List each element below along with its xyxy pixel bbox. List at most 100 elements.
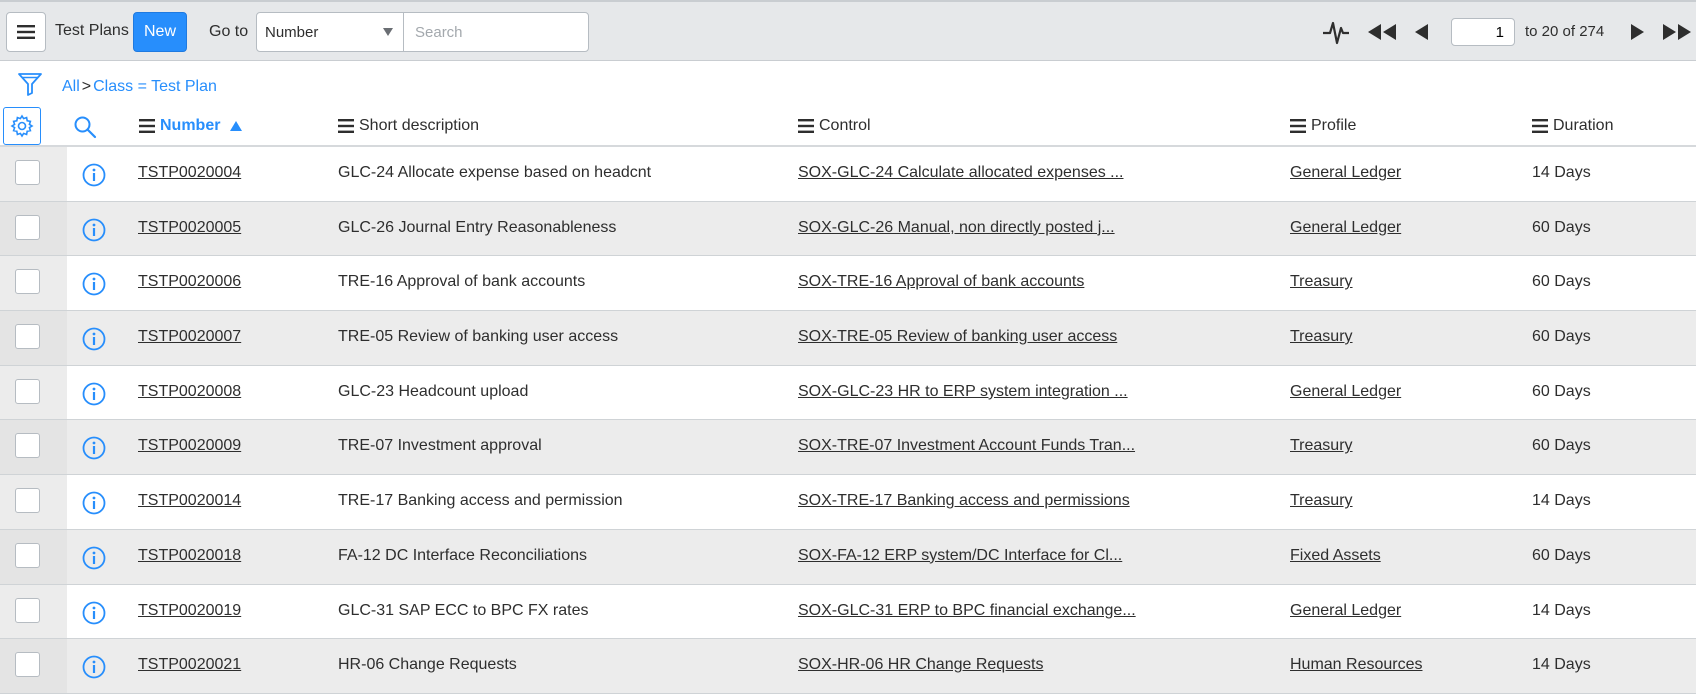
search-input[interactable] [403, 12, 589, 52]
preview-info-icon[interactable] [82, 655, 106, 684]
row-select-cell [0, 256, 67, 311]
filter-icon[interactable] [17, 71, 43, 102]
new-button[interactable]: New [133, 12, 187, 52]
row-number-link[interactable]: TSTP0020008 [138, 383, 241, 401]
row-number-link[interactable]: TSTP0020007 [138, 328, 241, 346]
preview-info-icon[interactable] [82, 327, 106, 356]
row-select-cell [0, 529, 67, 584]
row-profile-link[interactable]: Treasury [1290, 437, 1353, 455]
row-checkbox[interactable] [15, 324, 40, 350]
row-number-link[interactable]: TSTP0020005 [138, 219, 241, 237]
row-number-link[interactable]: TSTP0020014 [138, 492, 241, 510]
row-profile-link[interactable]: Treasury [1290, 492, 1353, 510]
personalize-list-button[interactable] [3, 107, 41, 145]
preview-info-icon[interactable] [82, 491, 106, 520]
preview-info-icon[interactable] [82, 382, 106, 411]
row-duration: 14 Days [1532, 601, 1591, 619]
column-header-profile[interactable]: Profile [1290, 117, 1356, 135]
next-page-icon[interactable] [1630, 23, 1646, 41]
row-profile-link[interactable]: Human Resources [1290, 656, 1423, 674]
row-number-link[interactable]: TSTP0020021 [138, 656, 241, 674]
column-header-short-description[interactable]: Short description [338, 117, 479, 135]
preview-info-icon[interactable] [82, 436, 106, 465]
column-search-icon[interactable] [73, 115, 97, 144]
row-profile-link[interactable]: General Ledger [1290, 164, 1401, 182]
row-profile-link[interactable]: Fixed Assets [1290, 547, 1381, 565]
row-duration: 60 Days [1532, 328, 1591, 346]
column-header-duration[interactable]: Duration [1532, 117, 1613, 135]
column-menu-icon[interactable] [139, 119, 155, 133]
row-duration: 60 Days [1532, 273, 1591, 291]
row-select-cell [0, 311, 67, 365]
row-duration: 60 Days [1532, 437, 1591, 455]
row-select-cell [0, 639, 67, 693]
preview-info-icon[interactable] [82, 546, 106, 575]
row-control-link[interactable]: SOX-GLC-23 HR to ERP system integration … [798, 383, 1128, 401]
row-select-cell [0, 420, 67, 475]
previous-page-icon[interactable] [1413, 23, 1429, 41]
preview-info-icon[interactable] [82, 163, 106, 192]
activity-stream-icon[interactable] [1322, 19, 1350, 45]
row-short-description: TRE-17 Banking access and permission [338, 492, 623, 510]
breadcrumb-all[interactable]: All [62, 78, 80, 95]
column-header-number[interactable]: Number [139, 117, 243, 135]
row-control-link[interactable]: SOX-GLC-24 Calculate allocated expenses … [798, 164, 1124, 182]
row-profile-link[interactable]: General Ledger [1290, 383, 1401, 401]
row-checkbox[interactable] [15, 652, 40, 678]
row-checkbox[interactable] [15, 378, 40, 404]
column-menu-icon[interactable] [1290, 119, 1306, 133]
breadcrumb: All > Class = Test Plan [62, 78, 217, 96]
table-row: TSTP0020008 GLC-23 Headcount upload SOX-… [0, 365, 1696, 421]
row-short-description: GLC-24 Allocate expense based on headcnt [338, 164, 652, 181]
column-header-control[interactable]: Control [798, 117, 871, 135]
last-page-icon[interactable] [1662, 23, 1692, 41]
row-control-link[interactable]: SOX-GLC-31 ERP to BPC financial exchange… [798, 602, 1136, 620]
row-control-link[interactable]: SOX-HR-06 HR Change Requests [798, 656, 1043, 674]
list-menu-button[interactable] [6, 12, 46, 52]
preview-info-icon[interactable] [82, 218, 106, 247]
row-profile-link[interactable]: Treasury [1290, 273, 1353, 291]
row-number-link[interactable]: TSTP0020006 [138, 273, 241, 291]
list-title: Test Plans [55, 22, 129, 39]
breadcrumb-condition[interactable]: Class = Test Plan [93, 78, 217, 95]
row-control-link[interactable]: SOX-FA-12 ERP system/DC Interface for Cl… [798, 547, 1122, 565]
dropdown-caret-icon [383, 28, 393, 36]
preview-info-icon[interactable] [82, 272, 106, 301]
row-number-link[interactable]: TSTP0020018 [138, 547, 241, 565]
row-short-description: FA-12 DC Interface Reconciliations [338, 546, 587, 564]
row-short-description: GLC-26 Journal Entry Reasonableness [338, 218, 617, 236]
column-menu-icon[interactable] [1532, 119, 1548, 133]
row-control-link[interactable]: SOX-TRE-07 Investment Account Funds Tran… [798, 437, 1135, 455]
list-toolbar: Test Plans New Go to Number to 20 of 274 [0, 0, 1696, 61]
row-control-link[interactable]: SOX-GLC-26 Manual, non directly posted j… [798, 219, 1115, 237]
goto-field-select[interactable]: Number [256, 12, 404, 52]
table-row: TSTP0020005 GLC-26 Journal Entry Reasona… [0, 201, 1696, 257]
row-checkbox[interactable] [15, 269, 40, 295]
table-row: TSTP0020018 FA-12 DC Interface Reconcili… [0, 529, 1696, 585]
column-menu-icon[interactable] [798, 119, 814, 133]
row-number-link[interactable]: TSTP0020004 [138, 164, 241, 182]
row-checkbox[interactable] [15, 214, 40, 240]
row-checkbox[interactable] [15, 160, 40, 185]
column-menu-icon[interactable] [338, 119, 354, 133]
page-number-input[interactable] [1451, 18, 1515, 46]
row-number-link[interactable]: TSTP0020019 [138, 602, 241, 620]
row-profile-link[interactable]: General Ledger [1290, 602, 1401, 620]
row-profile-link[interactable]: Treasury [1290, 328, 1353, 346]
row-control-link[interactable]: SOX-TRE-16 Approval of bank accounts [798, 273, 1084, 291]
row-control-link[interactable]: SOX-TRE-17 Banking access and permission… [798, 492, 1130, 510]
row-duration: 14 Days [1532, 492, 1591, 510]
column-label-duration: Duration [1553, 117, 1614, 134]
row-checkbox[interactable] [15, 542, 40, 568]
preview-info-icon[interactable] [82, 601, 106, 630]
list-table-body: TSTP0020004 GLC-24 Allocate expense base… [0, 147, 1696, 694]
row-checkbox[interactable] [15, 433, 40, 459]
row-checkbox[interactable] [15, 597, 40, 623]
first-page-icon[interactable] [1367, 23, 1397, 41]
row-select-cell [0, 475, 67, 529]
row-checkbox[interactable] [15, 488, 40, 514]
row-profile-link[interactable]: General Ledger [1290, 219, 1401, 237]
row-control-link[interactable]: SOX-TRE-05 Review of banking user access [798, 328, 1117, 346]
row-number-link[interactable]: TSTP0020009 [138, 437, 241, 455]
column-label-control: Control [819, 117, 871, 134]
